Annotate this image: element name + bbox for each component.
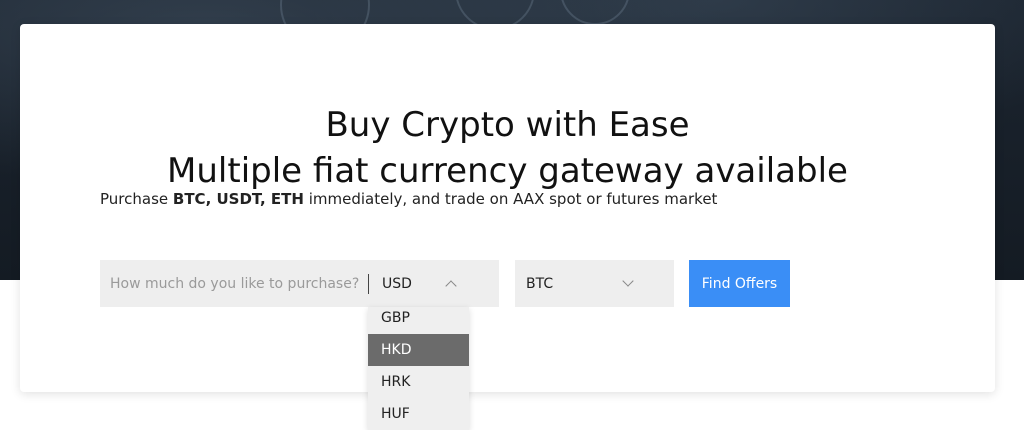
amount-input[interactable] bbox=[100, 260, 368, 307]
amount-field-group: USD bbox=[100, 260, 499, 307]
crypto-currency-value: BTC bbox=[526, 275, 554, 292]
crypto-currency-select[interactable]: BTC bbox=[515, 260, 674, 307]
fiat-currency-dropdown: GBP HKD HRK HUF bbox=[368, 307, 469, 430]
find-offers-button[interactable]: Find Offers bbox=[689, 260, 790, 307]
dropdown-option-hrk[interactable]: HRK bbox=[368, 366, 469, 398]
dropdown-option-huf[interactable]: HUF bbox=[368, 398, 469, 430]
title-line-1: Buy Crypto with Ease bbox=[325, 105, 690, 145]
description-suffix: immediately, and trade on AAX spot or fu… bbox=[303, 190, 718, 208]
fiat-currency-select[interactable]: USD bbox=[369, 260, 499, 307]
fiat-currency-value: USD bbox=[382, 275, 412, 292]
coin-decoration-icon bbox=[560, 0, 630, 25]
description-highlight: BTC, USDT, ETH bbox=[172, 190, 304, 208]
purchase-card: Buy Crypto with Ease Multiple fiat curre… bbox=[20, 24, 995, 392]
dropdown-option-gbp[interactable]: GBP bbox=[368, 307, 469, 334]
chevron-down-icon bbox=[622, 275, 634, 287]
page-title: Buy Crypto with Ease Multiple fiat curre… bbox=[20, 102, 995, 194]
description-prefix: Purchase bbox=[100, 190, 173, 208]
purchase-description: Purchase BTC, USDT, ETH immediately, and… bbox=[100, 190, 717, 208]
chevron-up-icon bbox=[445, 280, 457, 292]
dropdown-option-hkd[interactable]: HKD bbox=[368, 334, 469, 366]
title-line-2: Multiple fiat currency gateway available bbox=[167, 151, 848, 191]
